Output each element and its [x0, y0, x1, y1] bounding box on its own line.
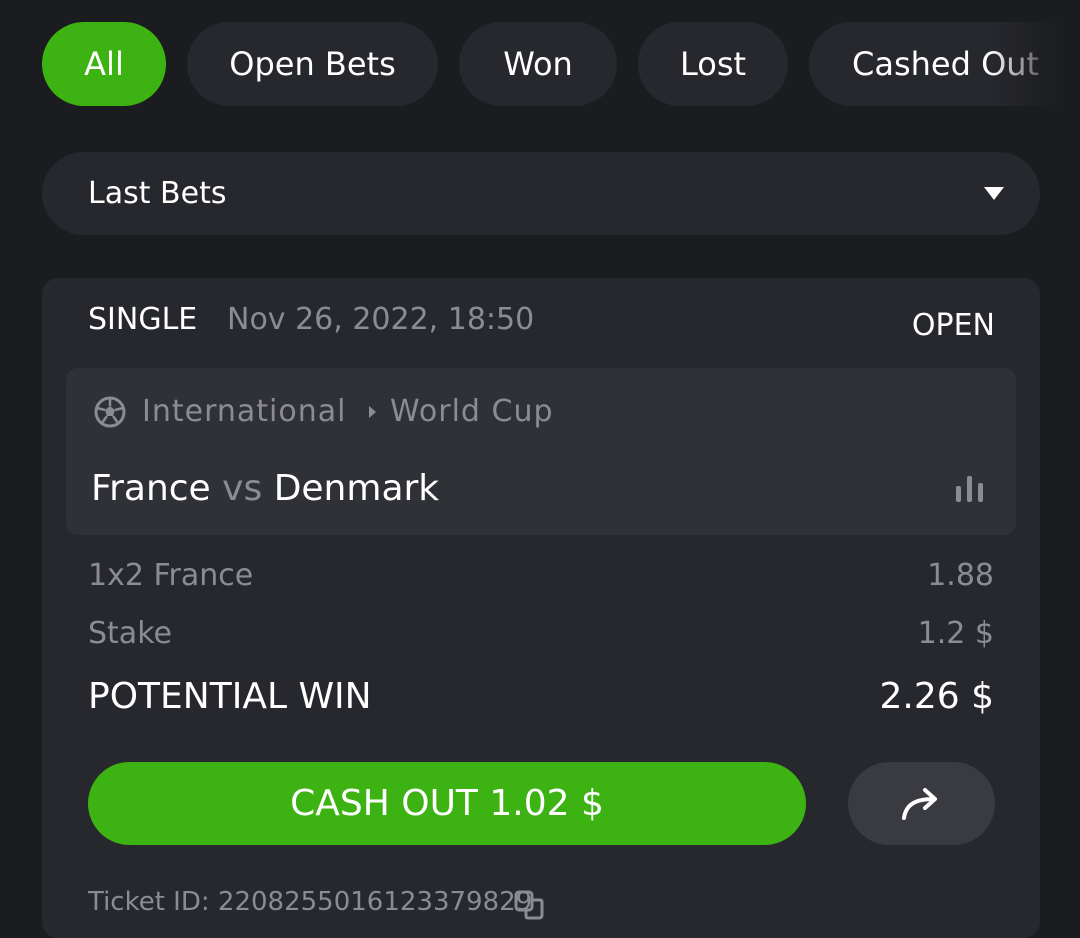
tab-lost[interactable]: Lost [638, 22, 788, 106]
copy-icon[interactable] [514, 890, 544, 920]
bet-date: Nov 26, 2022, 18:50 [227, 302, 535, 337]
event-league: International [142, 394, 347, 429]
bet-type: SINGLE [88, 302, 198, 337]
market-row: 1x2 France 1.88 [88, 556, 994, 596]
potential-win-row: POTENTIAL WIN 2.26 $ [88, 673, 994, 721]
odds-value: 1.88 [927, 558, 994, 593]
away-team: Denmark [273, 468, 440, 509]
bet-card: SINGLE Nov 26, 2022, 18:50 OPEN Internat… [42, 278, 1040, 938]
share-button[interactable] [848, 762, 995, 845]
statistics-icon[interactable] [954, 476, 986, 502]
chevron-down-icon [984, 187, 1004, 200]
share-arrow-icon [902, 788, 937, 820]
event-competition: World Cup [390, 394, 554, 429]
potential-win-value: 2.26 $ [879, 676, 994, 717]
tab-cashed-out[interactable]: Cashed Out [809, 22, 1080, 106]
potential-win-label: POTENTIAL WIN [88, 676, 372, 717]
stake-row: Stake 1.2 $ [88, 614, 994, 654]
bet-filter-tabs: All Open Bets Won Lost Cashed Out [42, 22, 1080, 106]
stake-value: 1.2 $ [917, 616, 994, 651]
event-teams: France vs Denmark [91, 466, 439, 512]
tab-won[interactable]: Won [459, 22, 617, 106]
soccer-ball-icon [94, 396, 126, 428]
status-badge: OPEN [911, 308, 995, 343]
cash-out-button[interactable]: CASH OUT 1.02 $ [88, 762, 806, 845]
home-team: France [91, 468, 211, 509]
tab-all[interactable]: All [42, 22, 166, 106]
versus-label: vs [222, 468, 263, 509]
stake-label: Stake [88, 616, 172, 651]
bets-period-label: Last Bets [88, 176, 227, 211]
event-panel[interactable]: International World Cup France vs Denmar… [66, 368, 1016, 535]
ticket-id: Ticket ID: 2208255016123379829 [88, 887, 533, 917]
market-label: 1x2 France [88, 558, 254, 593]
tab-open-bets[interactable]: Open Bets [187, 22, 438, 106]
bets-period-select[interactable]: Last Bets [42, 152, 1040, 235]
breadcrumb-separator-icon [369, 406, 376, 418]
